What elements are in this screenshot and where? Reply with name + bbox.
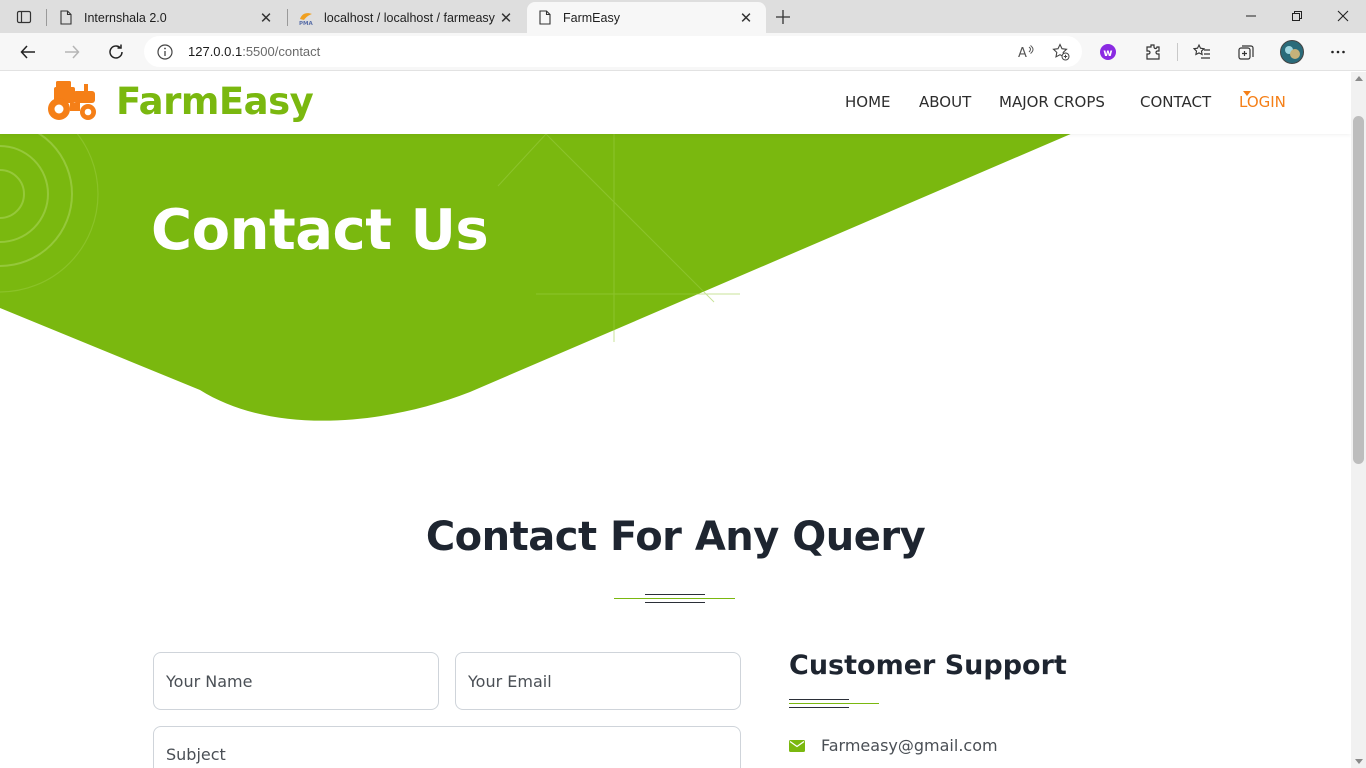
- browser-tab-bar: Internshala 2.0 ✕ PMA localhost / localh…: [0, 0, 1366, 33]
- tab-phpmyadmin[interactable]: PMA localhost / localhost / farmeasy / ✕: [288, 2, 526, 33]
- hero-background: [0, 72, 1215, 421]
- support-title: Customer Support: [789, 650, 1067, 681]
- new-tab-icon[interactable]: [770, 5, 796, 29]
- page-viewport: FarmEasy HOME ABOUT MAJOR CROPS CONTACT …: [0, 72, 1351, 768]
- nav-home[interactable]: HOME: [845, 93, 891, 111]
- support-email-row[interactable]: Farmeasy@gmail.com: [789, 736, 998, 755]
- section-title: Contact For Any Query: [425, 514, 926, 560]
- page-scrollbar[interactable]: [1351, 72, 1366, 768]
- scroll-down-icon[interactable]: [1355, 759, 1363, 764]
- favorites-icon[interactable]: [1187, 38, 1217, 66]
- brand-logo[interactable]: FarmEasy: [46, 79, 314, 123]
- close-icon[interactable]: ✕: [736, 8, 756, 28]
- chevron-down-icon: [1243, 91, 1251, 96]
- scroll-up-icon[interactable]: [1355, 76, 1363, 81]
- nav-about[interactable]: ABOUT: [919, 93, 971, 111]
- brand-name: FarmEasy: [116, 79, 314, 123]
- avatar[interactable]: [1277, 38, 1307, 66]
- subject-field[interactable]: Subject: [153, 726, 741, 768]
- toolbar-separator: [1177, 43, 1178, 61]
- email-field[interactable]: Your Email: [455, 652, 741, 710]
- url-text[interactable]: 127.0.0.1:5500/contact: [188, 44, 320, 59]
- close-icon[interactable]: ✕: [496, 8, 516, 28]
- tab-actions-icon[interactable]: [8, 4, 40, 30]
- tab-title: localhost / localhost / farmeasy /: [324, 10, 496, 25]
- extension-icon[interactable]: w: [1093, 38, 1123, 66]
- page-title: Contact Us: [151, 198, 489, 263]
- info-icon[interactable]: [156, 43, 174, 61]
- restore-icon[interactable]: [1274, 0, 1320, 32]
- nav-major-crops[interactable]: MAJOR CROPS: [999, 93, 1105, 111]
- svg-text:PMA: PMA: [299, 21, 314, 26]
- minimize-icon[interactable]: [1228, 0, 1274, 32]
- close-window-icon[interactable]: [1320, 0, 1366, 32]
- site-header: FarmEasy HOME ABOUT MAJOR CROPS CONTACT …: [0, 72, 1351, 134]
- read-aloud-icon[interactable]: A: [1016, 42, 1036, 62]
- tab-farmeasy[interactable]: FarmEasy ✕: [527, 2, 766, 33]
- back-icon[interactable]: [12, 37, 44, 67]
- tractor-icon: [48, 81, 96, 120]
- close-icon[interactable]: ✕: [256, 8, 276, 28]
- collections-icon[interactable]: [1231, 38, 1261, 66]
- phpmyadmin-icon: PMA: [298, 10, 314, 26]
- more-options-icon[interactable]: [1323, 38, 1353, 66]
- page-icon: [537, 10, 553, 26]
- extensions-puzzle-icon[interactable]: [1138, 38, 1168, 66]
- forward-icon[interactable]: [56, 37, 88, 67]
- tab-separator: [46, 9, 47, 26]
- scrollbar-thumb[interactable]: [1353, 116, 1364, 464]
- support-email: Farmeasy@gmail.com: [821, 736, 998, 755]
- tab-title: FarmEasy: [563, 10, 620, 25]
- name-field[interactable]: Your Name: [153, 652, 439, 710]
- browser-toolbar: 127.0.0.1:5500/contact A w: [0, 33, 1366, 71]
- svg-text:A: A: [1018, 46, 1027, 61]
- page-icon: [58, 10, 74, 26]
- nav-contact[interactable]: CONTACT: [1140, 93, 1211, 111]
- add-favorite-icon[interactable]: [1051, 42, 1071, 62]
- svg-text:w: w: [1103, 48, 1112, 59]
- address-bar[interactable]: 127.0.0.1:5500/contact A: [144, 36, 1082, 67]
- refresh-icon[interactable]: [100, 37, 132, 67]
- tab-title: Internshala 2.0: [84, 10, 167, 25]
- envelope-icon: [789, 739, 805, 752]
- tab-internshala[interactable]: Internshala 2.0 ✕: [48, 2, 286, 33]
